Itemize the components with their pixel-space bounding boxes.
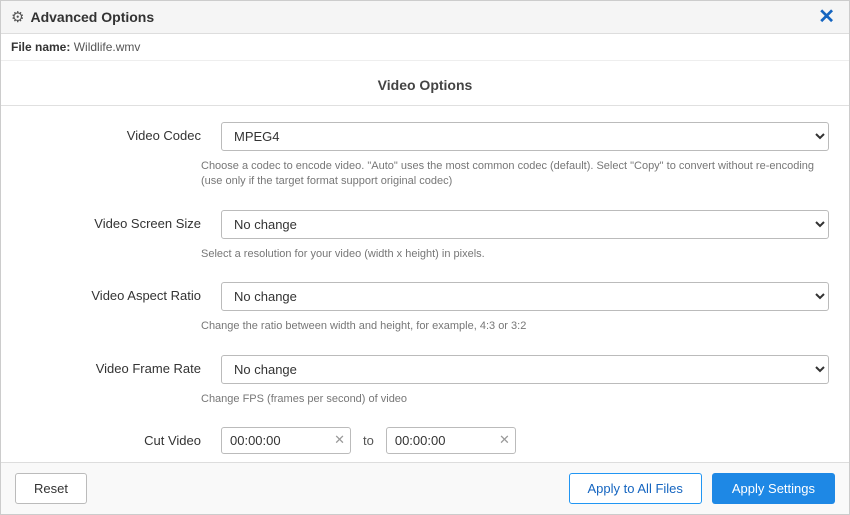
video-frame-rate-label: Video Frame Rate <box>21 355 221 376</box>
video-screen-size-row: Video Screen Size No change 320x240 640x… <box>1 198 849 243</box>
video-codec-hint: Choose a codec to encode video. "Auto" u… <box>1 159 849 198</box>
filename-value: Wildlife.wmv <box>74 40 141 54</box>
end-time-clear-button[interactable]: ✕ <box>499 432 510 448</box>
close-button[interactable]: ✕ <box>814 7 839 27</box>
start-time-clear-button[interactable]: ✕ <box>334 432 345 448</box>
advanced-options-dialog: ⚙ Advanced Options ✕ File name: Wildlife… <box>0 0 850 515</box>
video-frame-rate-hint: Change FPS (frames per second) of video <box>1 392 849 415</box>
start-time-input[interactable] <box>221 427 351 454</box>
start-time-wrap: ✕ <box>221 427 351 454</box>
video-codec-field: Auto MPEG4 H.264 H.265 VP8 VP9 Copy <box>221 122 829 151</box>
video-aspect-ratio-hint: Change the ratio between width and heigh… <box>1 319 849 342</box>
end-time-wrap: ✕ <box>386 427 516 454</box>
video-frame-rate-field: No change 24 25 30 60 <box>221 355 829 384</box>
reset-button[interactable]: Reset <box>15 473 87 504</box>
title-bar-left: ⚙ Advanced Options <box>11 8 154 26</box>
to-label: to <box>359 433 378 448</box>
filename-label: File name: <box>11 40 70 54</box>
title-bar: ⚙ Advanced Options ✕ <box>1 1 849 34</box>
video-aspect-ratio-field: No change 4:3 16:9 3:2 1:1 <box>221 282 829 311</box>
video-screen-size-hint: Select a resolution for your video (widt… <box>1 247 849 270</box>
video-frame-rate-row: Video Frame Rate No change 24 25 30 60 <box>1 343 849 388</box>
gear-icon: ⚙ <box>11 8 24 26</box>
cut-video-field: ✕ to ✕ <box>221 427 829 454</box>
section-title: Video Options <box>1 61 849 106</box>
video-screen-size-select[interactable]: No change 320x240 640x480 1280x720 1920x… <box>221 210 829 239</box>
apply-all-button[interactable]: Apply to All Files <box>569 473 702 504</box>
cut-video-row: Cut Video ✕ to ✕ <box>1 415 849 458</box>
footer: Reset Apply to All Files Apply Settings <box>1 462 849 514</box>
video-aspect-ratio-select[interactable]: No change 4:3 16:9 3:2 1:1 <box>221 282 829 311</box>
video-screen-size-label: Video Screen Size <box>21 210 221 231</box>
video-codec-select[interactable]: Auto MPEG4 H.264 H.265 VP8 VP9 Copy <box>221 122 829 151</box>
footer-right: Apply to All Files Apply Settings <box>569 473 835 504</box>
end-time-input[interactable] <box>386 427 516 454</box>
filename-bar: File name: Wildlife.wmv <box>1 34 849 61</box>
cut-video-label: Cut Video <box>21 427 221 448</box>
video-aspect-ratio-label: Video Aspect Ratio <box>21 282 221 303</box>
content-area: Video Options Video Codec Auto MPEG4 H.2… <box>1 61 849 462</box>
video-aspect-ratio-row: Video Aspect Ratio No change 4:3 16:9 3:… <box>1 270 849 315</box>
apply-settings-button[interactable]: Apply Settings <box>712 473 835 504</box>
video-codec-row: Video Codec Auto MPEG4 H.264 H.265 VP8 V… <box>1 110 849 155</box>
dialog-title: Advanced Options <box>30 9 154 25</box>
cut-video-inputs: ✕ to ✕ <box>221 427 829 454</box>
video-screen-size-field: No change 320x240 640x480 1280x720 1920x… <box>221 210 829 239</box>
video-codec-label: Video Codec <box>21 122 221 143</box>
video-frame-rate-select[interactable]: No change 24 25 30 60 <box>221 355 829 384</box>
